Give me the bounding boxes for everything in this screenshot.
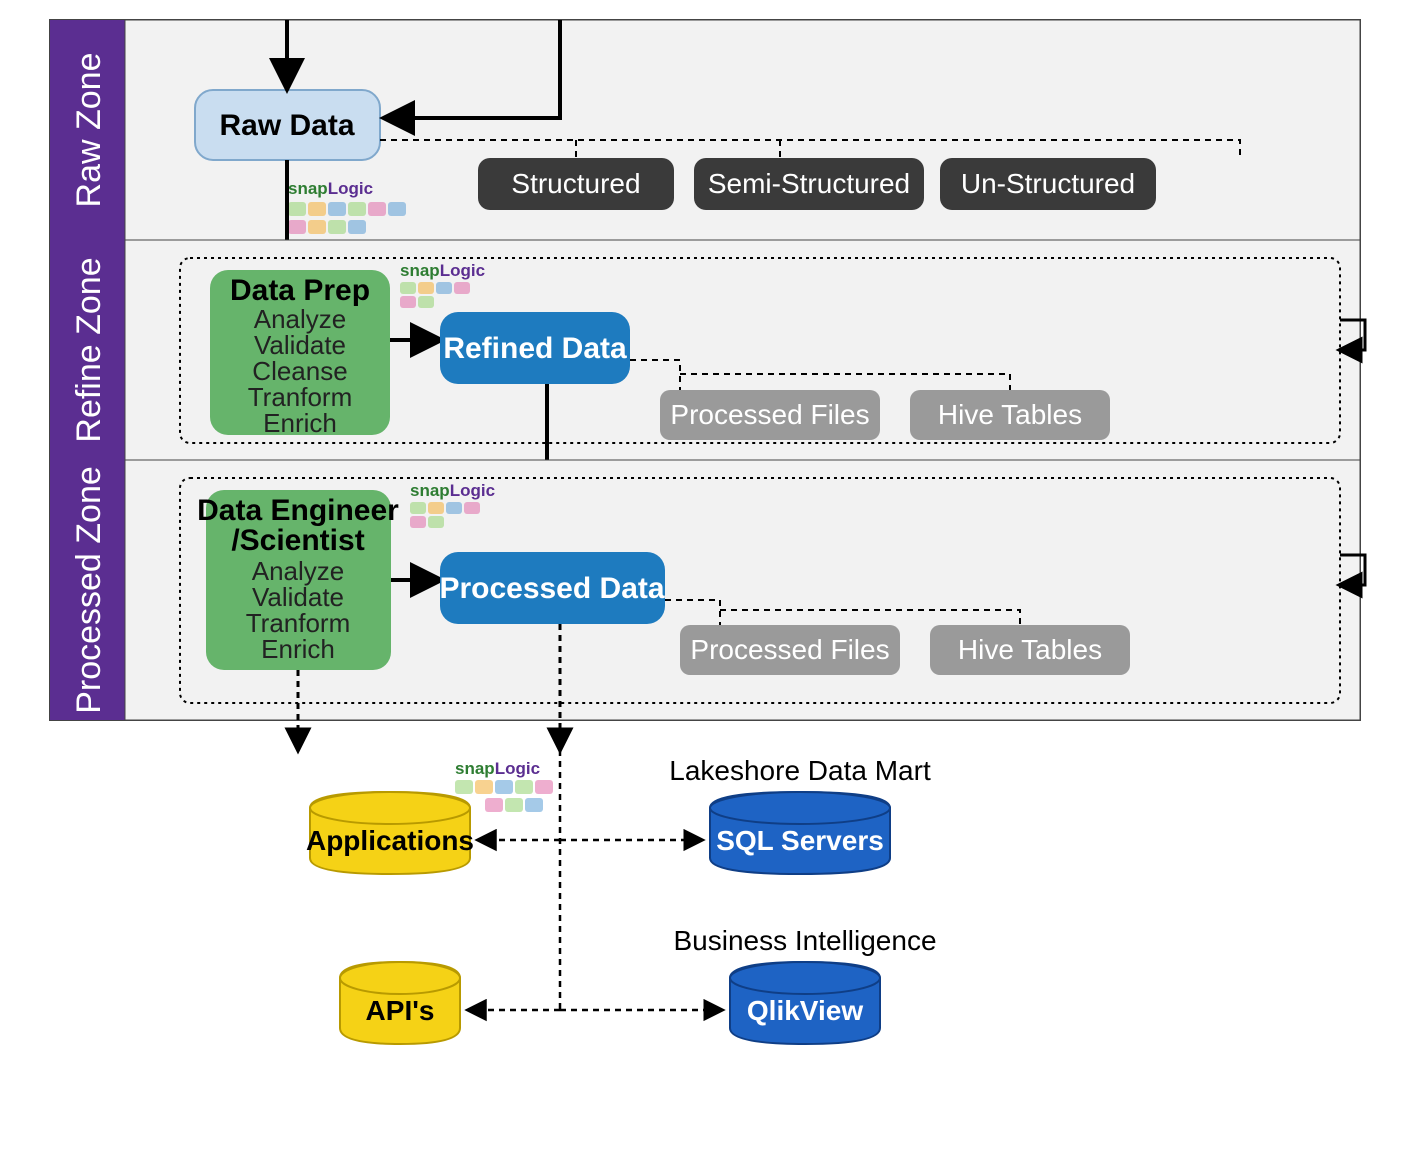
- processed-files-label: Processed Files: [690, 634, 889, 665]
- cylinder-qlikview: QlikView: [730, 962, 880, 1044]
- data-prep-title: Data Prep: [230, 274, 370, 307]
- svg-text:snapLogic: snapLogic: [410, 481, 495, 500]
- data-engineer-item-3: Enrich: [261, 634, 335, 664]
- pill-unstructured-label: Un-Structured: [961, 168, 1135, 199]
- pill-semi-structured-label: Semi-Structured: [708, 168, 910, 199]
- data-engineer-title-1: Data Engineer: [197, 494, 399, 527]
- cylinder-sql-servers: SQL Servers: [710, 792, 890, 874]
- refined-data-title: Refined Data: [443, 332, 627, 365]
- zone-label-raw: Raw Zone: [70, 53, 108, 208]
- data-engineer-title-2: /Scientist: [231, 524, 364, 557]
- refine-hive-tables-label: Hive Tables: [938, 399, 1082, 430]
- pill-structured-label: Structured: [511, 168, 640, 199]
- architecture-diagram: Raw Zone Raw Data Structured Semi-Struct…: [0, 0, 1419, 1150]
- refine-processed-files-label: Processed Files: [670, 399, 869, 430]
- hive-tables-label: Hive Tables: [958, 634, 1102, 665]
- processed-data-title: Processed Data: [439, 572, 664, 605]
- zone-label-refine: Refine Zone: [70, 257, 108, 442]
- zone-label-processed: Processed Zone: [70, 466, 108, 714]
- applications-label: Applications: [306, 825, 474, 856]
- raw-data-title: Raw Data: [219, 109, 354, 142]
- data-prep-item-4: Enrich: [263, 408, 337, 438]
- lakeshore-title: Lakeshore Data Mart: [669, 755, 931, 786]
- cylinder-apis: API's: [340, 962, 460, 1044]
- apis-label: API's: [366, 995, 435, 1026]
- svg-text:snapLogic: snapLogic: [455, 759, 540, 778]
- sql-servers-label: SQL Servers: [716, 825, 884, 856]
- cylinder-applications: Applications: [306, 792, 474, 874]
- bi-title: Business Intelligence: [673, 925, 936, 956]
- svg-text:snapLogic: snapLogic: [288, 179, 373, 198]
- svg-text:snapLogic: snapLogic: [400, 261, 485, 280]
- qlikview-label: QlikView: [747, 995, 863, 1026]
